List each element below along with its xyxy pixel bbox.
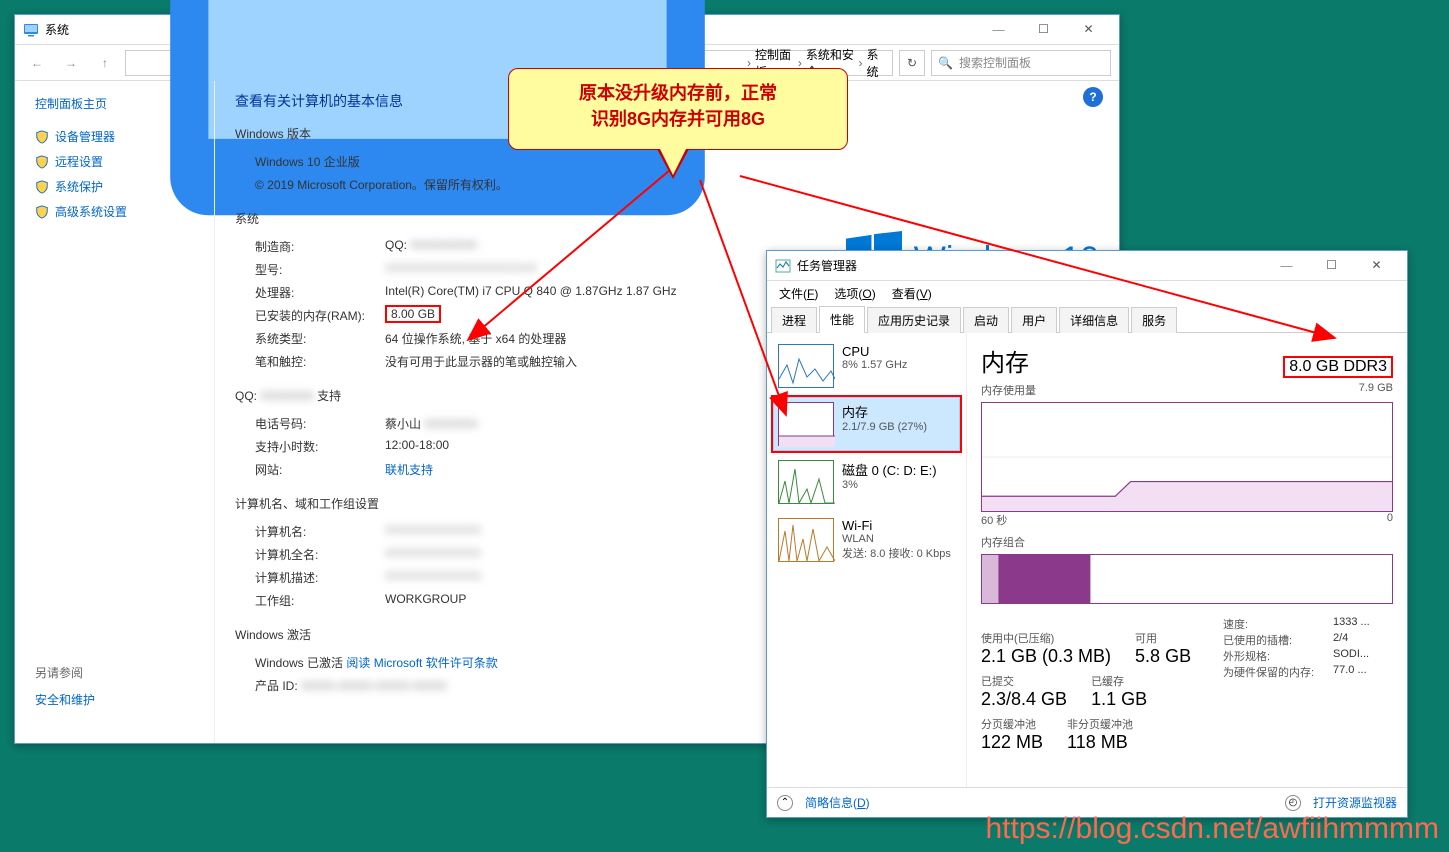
resmon-icon[interactable]: ◴ bbox=[1285, 795, 1301, 811]
speed-value: 1333 ... bbox=[1333, 616, 1370, 632]
search-input[interactable]: 🔍 搜索控制面板 bbox=[931, 50, 1111, 76]
help-icon[interactable]: ? bbox=[1083, 87, 1103, 107]
tab-processes[interactable]: 进程 bbox=[771, 307, 817, 333]
perf-item-cpu[interactable]: CPU8% 1.57 GHz bbox=[773, 339, 960, 393]
license-link[interactable]: 阅读 Microsoft 软件许可条款 bbox=[346, 656, 497, 670]
commit-value: 2.3/8.4 GB bbox=[981, 689, 1067, 710]
see-also-label: 另请参阅 bbox=[35, 664, 194, 681]
menubar: 文件(F) 选项(O) 查看(V) bbox=[767, 281, 1407, 305]
product-id: 产品 ID: 00000-00000-00000-00000 bbox=[235, 677, 446, 694]
remote-settings-link[interactable]: 远程设置 bbox=[35, 149, 194, 174]
section-system: 系统 bbox=[235, 210, 1099, 227]
maximize-button[interactable]: ☐ bbox=[1021, 16, 1066, 44]
close-button[interactable]: ✕ bbox=[1066, 16, 1111, 44]
menu-options[interactable]: 选项(O) bbox=[828, 285, 881, 302]
minimize-button[interactable]: — bbox=[1264, 252, 1309, 280]
slots-value: 2/4 bbox=[1333, 632, 1348, 648]
security-maintenance-link[interactable]: 安全和维护 bbox=[35, 687, 194, 712]
system-icon bbox=[23, 22, 39, 38]
up-button[interactable]: ↑ bbox=[91, 49, 119, 77]
control-panel-home-link[interactable]: 控制面板主页 bbox=[35, 95, 194, 112]
maximize-button[interactable]: ☐ bbox=[1309, 252, 1354, 280]
memory-composition-chart bbox=[981, 554, 1393, 604]
perf-item-wifi[interactable]: Wi-FiWLAN发送: 8.0 接收: 0 Kbps bbox=[773, 513, 960, 567]
search-placeholder: 搜索控制面板 bbox=[959, 54, 1031, 71]
annotation-callout: 原本没升级内存前，正常 识别8G内存并可用8G bbox=[508, 68, 848, 150]
copyright: © 2019 Microsoft Corporation。保留所有权利。 bbox=[235, 176, 508, 193]
window-title: 任务管理器 bbox=[797, 257, 1264, 274]
nonpaged-value: 118 MB bbox=[1067, 732, 1133, 753]
perf-title: 内存 8.0 GB DDR3 bbox=[981, 343, 1393, 378]
tab-startup[interactable]: 启动 bbox=[963, 307, 1009, 333]
usage-max: 7.9 GB bbox=[1359, 382, 1393, 398]
titlebar[interactable]: 任务管理器 — ☐ ✕ bbox=[767, 251, 1407, 281]
collapse-icon[interactable]: ⌃ bbox=[777, 795, 793, 811]
watermark: https://blog.csdn.net/awfiihmmmm bbox=[985, 812, 1439, 846]
perf-side-list: CPU8% 1.57 GHz 内存2.1/7.9 GB (27%) 磁盘 0 (… bbox=[767, 333, 967, 787]
axis-right: 0 bbox=[1387, 512, 1393, 528]
comp-label: 内存组合 bbox=[981, 534, 1393, 550]
shield-icon bbox=[35, 130, 49, 144]
ram-value: 8.00 GB bbox=[385, 305, 441, 323]
cpu-mini-chart bbox=[778, 344, 834, 388]
brief-info-link[interactable]: 简略信息(D) bbox=[805, 794, 870, 811]
menu-file[interactable]: 文件(F) bbox=[773, 285, 824, 302]
paged-value: 122 MB bbox=[981, 732, 1043, 753]
system-protection-link[interactable]: 系统保护 bbox=[35, 174, 194, 199]
search-icon: 🔍 bbox=[938, 56, 953, 70]
device-manager-link[interactable]: 设备管理器 bbox=[35, 124, 194, 149]
perf-main: 内存 8.0 GB DDR3 内存使用量 7.9 GB 60 秒 0 内存组合 bbox=[967, 333, 1407, 787]
sidebar: 控制面板主页 设备管理器 远程设置 系统保护 高级系统设置 另请参阅 安全和维护 bbox=[15, 81, 215, 743]
taskmgr-icon bbox=[775, 258, 791, 274]
activation-status: Windows 已激活 阅读 Microsoft 软件许可条款 bbox=[235, 654, 498, 671]
tab-performance[interactable]: 性能 bbox=[819, 306, 865, 333]
form-value: SODI... bbox=[1333, 648, 1369, 664]
tab-services[interactable]: 服务 bbox=[1131, 307, 1177, 333]
axis-left: 60 秒 bbox=[981, 512, 1007, 528]
menu-view[interactable]: 查看(V) bbox=[886, 285, 938, 302]
avail-value: 5.8 GB bbox=[1135, 646, 1191, 667]
shield-icon bbox=[35, 155, 49, 169]
tab-users[interactable]: 用户 bbox=[1011, 307, 1057, 333]
minimize-button[interactable]: — bbox=[976, 16, 1021, 44]
mem-total: 8.0 GB DDR3 bbox=[1283, 356, 1393, 378]
refresh-button[interactable]: ↻ bbox=[899, 50, 925, 76]
disk-mini-chart bbox=[778, 460, 834, 504]
shield-icon bbox=[35, 205, 49, 219]
perf-item-disk[interactable]: 磁盘 0 (C: D: E:)3% bbox=[773, 455, 960, 509]
usage-label: 内存使用量 bbox=[981, 382, 1036, 398]
tab-details[interactable]: 详细信息 bbox=[1059, 307, 1129, 333]
tab-app-history[interactable]: 应用历史记录 bbox=[867, 307, 961, 333]
perf-item-memory[interactable]: 内存2.1/7.9 GB (27%) bbox=[773, 397, 960, 451]
resmon-link[interactable]: 打开资源监视器 bbox=[1313, 794, 1397, 811]
shield-icon bbox=[35, 180, 49, 194]
memory-usage-chart bbox=[981, 402, 1393, 512]
close-button[interactable]: ✕ bbox=[1354, 252, 1399, 280]
advanced-settings-link[interactable]: 高级系统设置 bbox=[35, 199, 194, 224]
back-button[interactable]: ← bbox=[23, 49, 51, 77]
used-value: 2.1 GB (0.3 MB) bbox=[981, 646, 1111, 667]
mem-mini-chart bbox=[778, 402, 834, 446]
cached-value: 1.1 GB bbox=[1091, 689, 1147, 710]
hw-reserved-value: 77.0 ... bbox=[1333, 664, 1367, 680]
tab-bar: 进程 性能 应用历史记录 启动 用户 详细信息 服务 bbox=[767, 305, 1407, 333]
edition: Windows 10 企业版 bbox=[235, 153, 385, 170]
crumb[interactable]: 系统 bbox=[867, 46, 886, 80]
forward-button[interactable]: → bbox=[57, 49, 85, 77]
wifi-mini-chart bbox=[778, 518, 834, 562]
task-manager-window: 任务管理器 — ☐ ✕ 文件(F) 选项(O) 查看(V) 进程 性能 应用历史… bbox=[766, 250, 1408, 818]
